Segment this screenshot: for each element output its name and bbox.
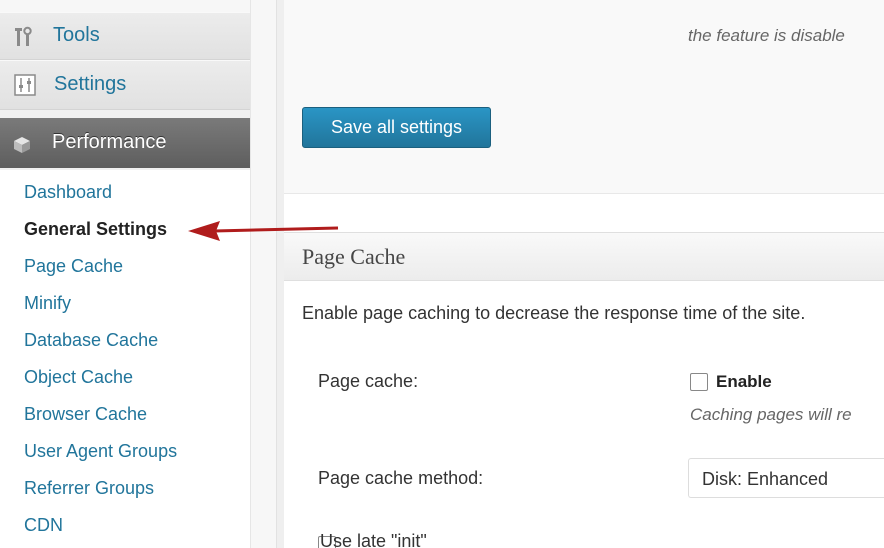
submenu-item-cdn[interactable]: CDN: [24, 515, 63, 536]
submenu-item-minify[interactable]: Minify: [24, 293, 71, 314]
page-cache-description: Enable page caching to decrease the resp…: [302, 303, 806, 323]
late-init-label[interactable]: Use late "init": [320, 531, 427, 548]
submenu-item-referrer-groups[interactable]: Referrer Groups: [24, 478, 154, 499]
save-all-settings-button[interactable]: Save all settings: [302, 107, 491, 148]
admin-sidebar: Tools Settings Performance Dashboard Gen…: [0, 0, 268, 548]
sidebar-item-performance-label: Performance: [52, 131, 167, 153]
sidebar-item-performance[interactable]: Performance: [0, 118, 268, 168]
settings-sliders-icon: [14, 74, 36, 96]
tools-icon: [14, 26, 36, 48]
submenu-item-user-agent-groups[interactable]: User Agent Groups: [24, 441, 177, 462]
page-cache-enable-hint: Caching pages will re: [690, 405, 852, 424]
sidebar-item-tools[interactable]: Tools: [0, 12, 250, 60]
submenu-item-general-settings[interactable]: General Settings: [24, 219, 167, 240]
page-cache-label: Page cache:: [318, 371, 419, 391]
submenu-item-page-cache[interactable]: Page Cache: [24, 256, 123, 277]
submenu-item-browser-cache[interactable]: Browser Cache: [24, 404, 147, 425]
content-separator-band: [284, 193, 884, 233]
annotation-arrow-icon: [188, 221, 339, 241]
sidebar-top-strip: [0, 0, 250, 12]
page-cache-box: Page Cache Enable page caching to decrea…: [284, 232, 884, 548]
submenu-item-database-cache[interactable]: Database Cache: [24, 330, 158, 351]
page-cache-method-select[interactable]: Disk: Enhanced: [688, 458, 884, 498]
performance-icon: [12, 135, 32, 155]
feature-disabled-note: the feature is disable: [688, 26, 845, 45]
sidebar-item-settings[interactable]: Settings: [0, 60, 250, 110]
main-content: the feature is disable Save all settings…: [284, 0, 884, 548]
page-cache-method-value: Disk: Enhanced: [702, 469, 829, 489]
page-cache-enable-label[interactable]: Enable: [716, 372, 772, 392]
page-cache-box-header[interactable]: Page Cache: [284, 233, 884, 281]
page-cache-enable-checkbox[interactable]: [690, 373, 708, 391]
page-cache-box-title: Page Cache: [302, 244, 406, 269]
submenu-item-object-cache[interactable]: Object Cache: [24, 367, 133, 388]
sidebar-item-settings-label: Settings: [54, 73, 127, 95]
content-gutter: [250, 0, 285, 548]
page-cache-method-label: Page cache method:: [318, 468, 484, 488]
sidebar-item-tools-label: Tools: [53, 24, 100, 46]
submenu-item-dashboard[interactable]: Dashboard: [24, 182, 112, 203]
